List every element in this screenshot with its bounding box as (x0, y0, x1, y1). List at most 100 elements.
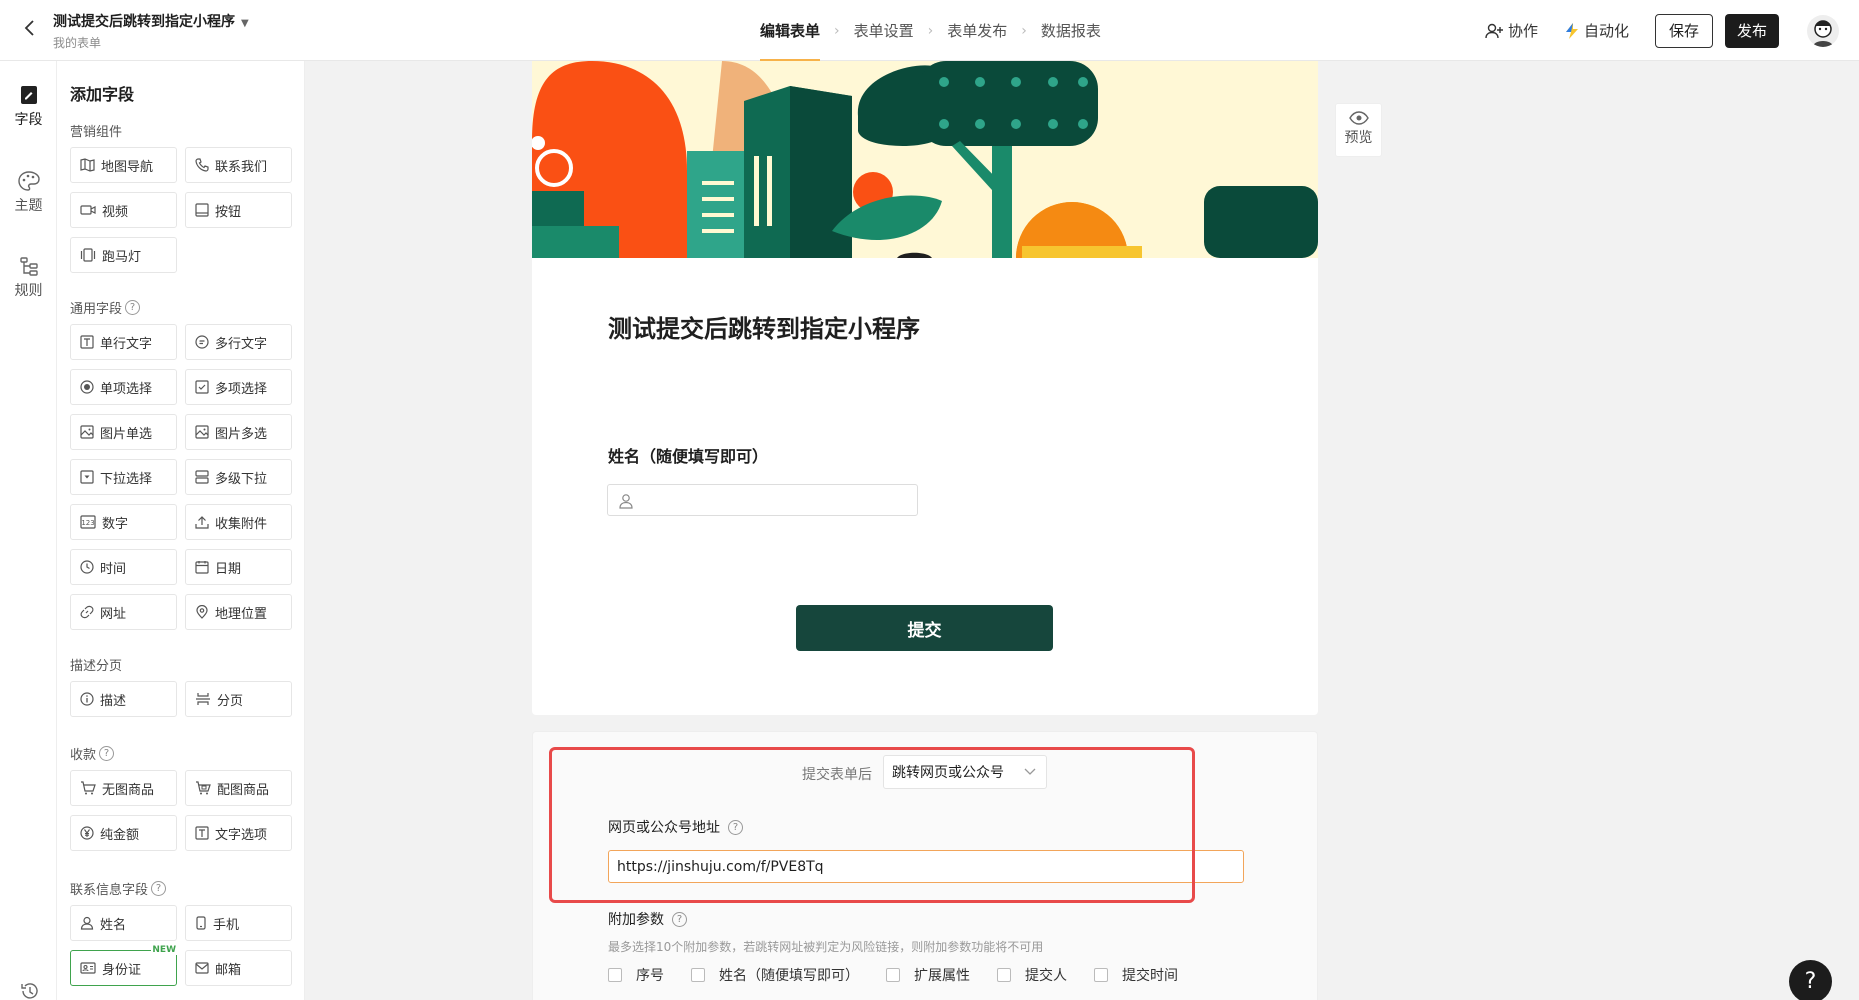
step-edit-form[interactable]: 编辑表单 (760, 0, 821, 61)
group-label-contact: 联系信息字段? (70, 879, 167, 898)
field-marquee[interactable]: 跑马灯 (70, 237, 177, 273)
group-label-payment: 收款? (70, 744, 115, 763)
checkbox[interactable] (691, 968, 705, 982)
caret-down-icon[interactable]: ▼ (241, 18, 249, 29)
group-label-marketing: 营销组件 (70, 125, 123, 140)
field-single-choice[interactable]: 单项选择 (70, 369, 177, 405)
field-map-nav[interactable]: 地图导航 (70, 147, 177, 183)
rail-item-theme[interactable]: 主题 (0, 171, 57, 215)
cart-image-icon (196, 781, 211, 795)
submit-button[interactable]: 提交 (796, 605, 1053, 651)
param-option[interactable]: 扩展属性 (886, 965, 970, 985)
step-form-settings[interactable]: 表单设置 (854, 0, 914, 61)
text-icon (195, 826, 209, 840)
new-badge: NEW (151, 945, 177, 955)
panel-title: 添加字段 (70, 85, 135, 104)
history-icon[interactable] (0, 982, 57, 1000)
automation-button[interactable]: 自动化 (1564, 20, 1629, 41)
field-multi-choice[interactable]: 多项选择 (185, 369, 292, 405)
checkbox[interactable] (886, 968, 900, 982)
field-mobile[interactable]: 手机 (185, 905, 292, 941)
field-attachment[interactable]: 收集附件 (185, 504, 292, 540)
param-label: 附加参数? (608, 909, 687, 929)
banner-illustration[interactable] (532, 61, 1318, 258)
video-icon (80, 205, 96, 215)
help-circle-icon[interactable]: ? (672, 911, 687, 927)
rail-item-fields[interactable]: 字段 (0, 85, 57, 129)
name-input[interactable] (607, 484, 918, 516)
publish-button[interactable]: 发布 (1724, 13, 1779, 48)
param-option[interactable]: 提交时间 (1094, 965, 1178, 985)
checkbox[interactable] (997, 968, 1011, 982)
field-product-with-image[interactable]: 配图商品 (185, 770, 292, 806)
field-pure-amount[interactable]: 纯金额 (70, 815, 177, 851)
form-subtitle: 我的表单 (53, 36, 102, 50)
field-location[interactable]: 地理位置 (185, 594, 292, 630)
help-circle-icon[interactable]: ? (151, 881, 167, 896)
clock-icon (80, 560, 94, 574)
field-dropdown[interactable]: 下拉选择 (70, 459, 177, 495)
step-data-report[interactable]: 数据报表 (1041, 0, 1101, 61)
field-pagination[interactable]: 分页 (185, 681, 292, 717)
top-header: 测试提交后跳转到指定小程序 ▼ 我的表单 编辑表单 › 表单设置 › 表单发布 ›… (0, 0, 1859, 61)
cascade-icon (195, 470, 209, 484)
field-description[interactable]: 描述 (70, 681, 177, 717)
after-submit-select[interactable]: 跳转网页或公众号 (883, 755, 1047, 789)
image-icon (80, 425, 94, 439)
save-button[interactable]: 保存 (1654, 13, 1713, 48)
chevron-right-icon: › (927, 22, 934, 39)
message-icon (195, 335, 209, 349)
field-name[interactable]: 姓名 (70, 905, 177, 941)
field-date[interactable]: 日期 (185, 549, 292, 585)
help-circle-icon[interactable]: ? (99, 746, 115, 761)
field-video[interactable]: 视频 (70, 192, 177, 228)
field-id-card[interactable]: 身份证 NEW (70, 945, 177, 986)
help-circle-icon[interactable]: ? (125, 300, 141, 315)
param-option[interactable]: 姓名（随便填写即可） (691, 965, 859, 985)
avatar[interactable] (1807, 14, 1839, 47)
rail-item-rules[interactable]: 规则 (0, 256, 57, 300)
field-image-single[interactable]: 图片单选 (70, 414, 177, 450)
mobile-icon (196, 916, 206, 930)
url-label: 网页或公众号地址? (608, 817, 743, 837)
field-single-line-text[interactable]: 单行文字 (70, 324, 177, 360)
field-number[interactable]: 123 数字 (70, 504, 177, 540)
checkbox[interactable] (608, 968, 622, 982)
field-image-multi[interactable]: 图片多选 (185, 414, 292, 450)
checkbox-icon (195, 380, 209, 394)
field-multi-line-text[interactable]: 多行文字 (185, 324, 292, 360)
collab-button[interactable]: 协作 (1484, 20, 1538, 41)
calendar-icon (195, 561, 209, 574)
help-circle-icon[interactable]: ? (728, 819, 743, 835)
field-button[interactable]: 按钮 (185, 192, 292, 228)
field-cascade-dropdown[interactable]: 多级下拉 (185, 459, 292, 495)
field-product-no-image[interactable]: 无图商品 (70, 770, 177, 806)
checkbox[interactable] (1094, 968, 1108, 982)
help-button[interactable]: ? (1789, 960, 1832, 1000)
field-email[interactable]: 邮箱 (185, 950, 292, 986)
param-option[interactable]: 提交人 (997, 965, 1067, 985)
upload-icon (195, 516, 209, 529)
field-time[interactable]: 时间 (70, 549, 177, 585)
yen-icon (80, 826, 94, 840)
field-contact-us[interactable]: 联系我们 (185, 147, 292, 183)
preview-button[interactable]: 预览 (1335, 103, 1382, 157)
url-input[interactable] (608, 850, 1244, 883)
edit-doc-icon (20, 86, 37, 104)
field-url[interactable]: 网址 (70, 594, 177, 630)
form-heading[interactable]: 测试提交后跳转到指定小程序 (608, 309, 920, 344)
back-arrow-icon[interactable] (18, 16, 42, 40)
id-card-icon (80, 962, 96, 974)
step-form-publish[interactable]: 表单发布 (947, 0, 1007, 61)
header-actions: 协作 自动化 保存 发布 (1484, 0, 1839, 61)
form-title[interactable]: 测试提交后跳转到指定小程序 ▼ (53, 11, 249, 31)
palette-icon (17, 171, 40, 191)
param-option[interactable]: 序号 (608, 965, 664, 985)
location-pin-icon (196, 605, 208, 619)
group-label-general: 通用字段? (70, 298, 141, 317)
question-label[interactable]: 姓名（随便填写即可） (608, 443, 768, 467)
field-text-option[interactable]: 文字选项 (185, 815, 292, 851)
radio-icon (80, 380, 94, 394)
page-break-icon (196, 693, 210, 705)
param-hint: 最多选择10个附加参数，若跳转网址被判定为风险链接，则附加参数功能将不可用 (608, 940, 1044, 954)
